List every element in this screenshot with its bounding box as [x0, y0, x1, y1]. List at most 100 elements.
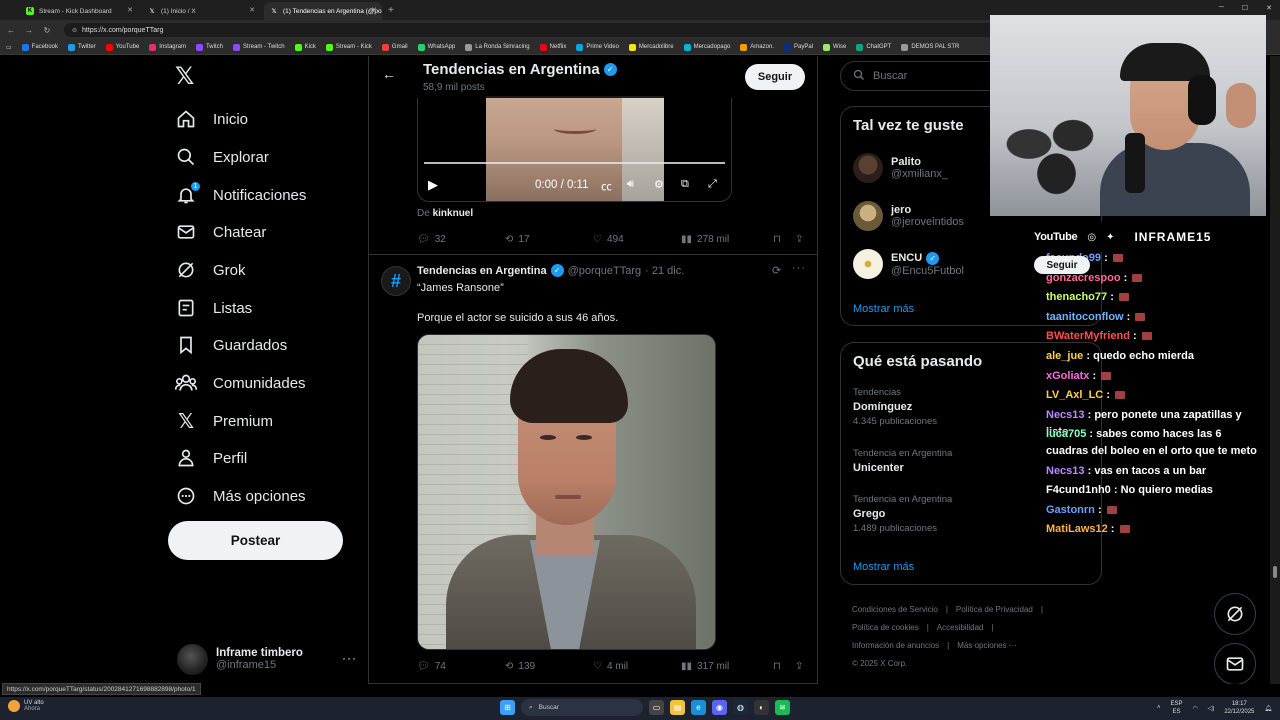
bookmark-item[interactable]: Mercadopago	[683, 43, 730, 51]
footer-link[interactable]: Accesibilidad	[937, 623, 984, 632]
picture-in-picture-icon[interactable]: ⧉	[681, 178, 689, 191]
bookmark-item[interactable]: ChatGPT	[856, 43, 891, 51]
share-button[interactable]: ⇪	[795, 661, 803, 672]
task-view-icon[interactable]: ▭	[649, 700, 664, 715]
nav-inicio[interactable]: Inicio	[175, 101, 248, 137]
reply-button[interactable]: 💬︎ 32	[417, 234, 505, 245]
captions-icon[interactable]: ㏄	[601, 178, 612, 194]
bookmark-item[interactable]: Twitter	[68, 43, 96, 51]
x-logo-icon[interactable]: 𝕏	[175, 64, 201, 90]
footer-link[interactable]: Política de cookies	[852, 623, 919, 632]
bookmark-item[interactable]: Instagram	[149, 43, 186, 51]
forward-icon[interactable]: →	[24, 26, 34, 35]
reply-button[interactable]: 💬︎ 74	[417, 661, 505, 672]
repost-button[interactable]: ⟲ 139	[505, 661, 593, 672]
follow-button[interactable]: Seguir	[1034, 256, 1090, 274]
bookmark-button[interactable]: ⊓	[773, 661, 795, 672]
like-button[interactable]: ♡ 4 mil	[593, 661, 681, 672]
follow-button[interactable]: Seguir	[745, 64, 805, 90]
video-player[interactable]: ▶ 0:00 / 0:11 ㏄ 🔊︎ ⚙ ⧉ ⤢	[417, 96, 732, 202]
tweet-author-handle[interactable]: @porqueTTarg	[568, 265, 642, 277]
reload-icon[interactable]: ↻	[42, 26, 52, 35]
volume-icon[interactable]: 🔊︎	[627, 178, 634, 191]
views-button[interactable]: ▮▮ 278 mil	[681, 234, 773, 245]
footer-link[interactable]: Más opciones ···	[957, 641, 1017, 650]
url-input[interactable]: ⊜ https://x.com/porqueTTarg	[64, 23, 1024, 37]
nav-explorar[interactable]: Explorar	[175, 139, 269, 175]
tab-kick-dashboard[interactable]: K Stream - Kick Dashboard ✕	[20, 2, 138, 20]
bookmark-item[interactable]: Twitch	[195, 43, 223, 51]
tweet-photo[interactable]	[417, 334, 716, 650]
bookmark-item[interactable]: Wise	[823, 43, 846, 51]
account-switcher[interactable]: Inframe timbero @inframe15 ···	[177, 641, 357, 677]
bookmarks-folder-icon[interactable]: ▭	[6, 44, 12, 51]
edge-icon[interactable]: e	[691, 700, 706, 715]
bookmark-item[interactable]: La Ronda Simracing	[465, 43, 530, 51]
scrollbar-thumb[interactable]	[1273, 566, 1277, 578]
minimize-icon[interactable]: ─	[1219, 4, 1224, 12]
bookmark-item[interactable]: Stream - Twitch	[232, 43, 285, 51]
discord-icon[interactable]: ◉	[712, 700, 727, 715]
back-arrow-icon[interactable]: ←	[382, 66, 396, 82]
bookmark-item[interactable]: PayPal	[783, 43, 813, 51]
bookmark-button[interactable]: ⊓	[773, 234, 795, 245]
bookmark-item[interactable]: Gmail	[381, 43, 408, 51]
nav-grok[interactable]: Grok	[175, 252, 246, 288]
from-user-link[interactable]: kinknuel	[433, 208, 474, 219]
bookmark-item[interactable]: Netflix	[539, 43, 566, 51]
bookmark-item[interactable]: Prime Video	[576, 43, 619, 51]
bookmark-item[interactable]: Facebook	[21, 43, 58, 51]
tray-arrow-icon[interactable]: ˄	[1157, 705, 1161, 711]
views-button[interactable]: ▮▮ 317 mil	[681, 661, 773, 672]
notifications-bell-icon[interactable]: 🔔︎	[1264, 705, 1272, 712]
footer-link[interactable]: Política de Privacidad	[956, 605, 1033, 614]
footer-link[interactable]: Información de anuncios	[852, 641, 939, 650]
show-more-link[interactable]: Mostrar más	[853, 561, 914, 573]
bookmark-item[interactable]: Kick	[294, 43, 316, 51]
nav-chatear[interactable]: Chatear	[175, 214, 266, 250]
video-progress-bar[interactable]	[424, 162, 725, 164]
nav-guardados[interactable]: Guardados	[175, 327, 287, 363]
tab-x-inicio[interactable]: 𝕏 (1) Inicio / X ✕	[142, 2, 260, 20]
nav-perfil[interactable]: Perfil	[175, 440, 247, 476]
account-more-icon[interactable]: ···	[342, 651, 357, 665]
grok-explain-icon[interactable]: ⟳	[772, 264, 781, 277]
spotify-icon[interactable]: ≋	[775, 700, 790, 715]
bookmark-item[interactable]: WhatsApp	[417, 43, 455, 51]
grok-fab-button[interactable]	[1214, 593, 1256, 635]
nav-listas[interactable]: Listas	[175, 290, 252, 326]
close-tab-icon[interactable]: ✕	[249, 6, 255, 14]
fullscreen-icon[interactable]: ⤢	[708, 178, 717, 191]
nav-mas-opciones[interactable]: Más opciones	[175, 478, 306, 514]
close-window-icon[interactable]: ✕	[1266, 4, 1272, 12]
page-scrollbar[interactable]	[1270, 56, 1280, 684]
steam-icon[interactable]: ◍	[733, 700, 748, 715]
site-info-icon[interactable]: ⊜	[72, 27, 77, 34]
nav-notificaciones[interactable]: 1 Notificaciones	[175, 177, 306, 213]
speaker-icon[interactable]: ◁)	[1208, 705, 1215, 712]
share-button[interactable]: ⇪	[795, 234, 803, 245]
taskbar-search[interactable]: ⌕ Buscar	[521, 699, 643, 716]
language-indicator[interactable]: ESP ES	[1170, 700, 1182, 716]
show-more-link[interactable]: Mostrar más	[853, 303, 914, 315]
obs-icon[interactable]: ◐	[754, 700, 769, 715]
close-tab-icon[interactable]: ✕	[127, 6, 133, 14]
bookmark-item[interactable]: Mercadolibre	[628, 43, 674, 51]
like-button[interactable]: ♡ 494	[593, 234, 681, 245]
play-icon[interactable]: ▶	[428, 177, 438, 193]
bookmark-item[interactable]: Amazon.	[740, 43, 774, 51]
nav-premium[interactable]: 𝕏 Premium	[175, 403, 273, 439]
bookmark-item[interactable]: Stream - Kick	[325, 43, 372, 51]
close-tab-icon[interactable]: ✕	[371, 6, 377, 14]
tweet-more-icon[interactable]: ···	[792, 262, 806, 274]
tweet-author-name[interactable]: Tendencias en Argentina	[417, 265, 547, 277]
bookmark-item[interactable]: YouTube	[105, 43, 139, 51]
weather-widget[interactable]: UV alto Ahora	[8, 700, 44, 712]
clock[interactable]: 18:17 22/12/2025	[1224, 700, 1254, 716]
maximize-icon[interactable]: ☐	[1242, 4, 1248, 12]
file-explorer-icon[interactable]: ▤	[670, 700, 685, 715]
tweet-date[interactable]: · 21 dic.	[645, 265, 684, 277]
bookmark-item[interactable]: DEMOS PAL STR	[901, 43, 959, 51]
messages-fab-button[interactable]	[1214, 643, 1256, 684]
repost-button[interactable]: ⟲ 17	[505, 234, 593, 245]
